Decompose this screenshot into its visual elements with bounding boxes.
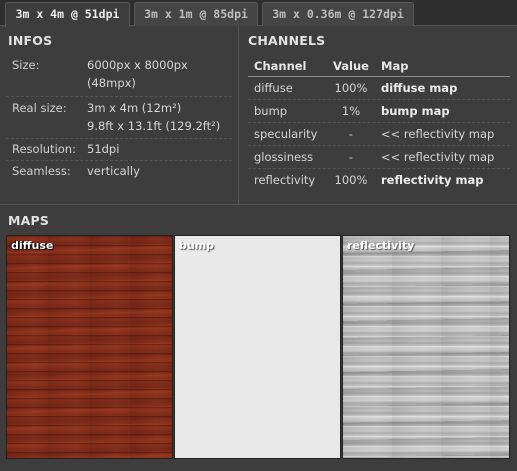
- map-label: diffuse: [11, 239, 54, 252]
- table-row: glossiness - << reflectivity map: [248, 146, 510, 169]
- maps-gallery: diffuse bump reflectivity: [6, 235, 510, 459]
- diffuse-map-thumbnail[interactable]: diffuse: [6, 235, 173, 459]
- channels-table-header: Channel Value Map: [248, 57, 510, 77]
- info-value: 51dpi: [87, 142, 120, 156]
- info-value: 6000px x 8000px: [87, 58, 188, 72]
- channel-map-link[interactable]: reflectivity map: [381, 173, 483, 187]
- channel-name: bump: [254, 104, 288, 118]
- tab-3m-x-0-36m[interactable]: 3m x 0.36m @ 127dpi: [262, 2, 414, 26]
- column-header-channel: Channel: [254, 59, 307, 73]
- channel-map-ref: << reflectivity map: [381, 127, 495, 141]
- channel-name: glossiness: [254, 150, 314, 164]
- info-row-seamless: Seamless: vertically: [6, 161, 232, 184]
- channel-map-link[interactable]: diffuse map: [381, 81, 457, 95]
- tab-3m-x-1m[interactable]: 3m x 1m @ 85dpi: [134, 2, 258, 26]
- tab-3m-x-4m[interactable]: 3m x 4m @ 51dpi: [5, 2, 130, 27]
- table-row: reflectivity 100% reflectivity map: [248, 169, 510, 192]
- channel-name: specularity: [254, 127, 318, 141]
- info-row-size: Size: 6000px x 8000px (48mpx): [6, 54, 232, 97]
- info-key: Seamless:: [12, 164, 71, 178]
- section-divider: [0, 204, 517, 205]
- infos-title: INFOS: [8, 33, 53, 48]
- channel-map-ref: << reflectivity map: [381, 150, 495, 164]
- channel-value: -: [348, 150, 354, 164]
- channel-value: 100%: [334, 81, 368, 95]
- infos-panel: INFOS Size: 6000px x 8000px (48mpx) Real…: [0, 26, 238, 204]
- channel-name: reflectivity: [254, 173, 316, 187]
- info-key: Real size:: [12, 101, 67, 115]
- channel-value: 100%: [334, 173, 368, 187]
- bump-map-thumbnail[interactable]: bump: [174, 235, 341, 459]
- map-label: bump: [179, 239, 215, 252]
- maps-title: MAPS: [8, 213, 50, 228]
- info-value-secondary: 9.8ft x 13.1ft (129.2ft²): [87, 119, 221, 133]
- info-row-real-size: Real size: 3m x 4m (12m²) 9.8ft x 13.1ft…: [6, 97, 232, 139]
- map-label: reflectivity: [347, 239, 415, 252]
- channel-value: 1%: [341, 104, 361, 118]
- info-value: vertically: [87, 164, 140, 178]
- channel-map-link[interactable]: bump map: [381, 104, 450, 118]
- reflectivity-map-thumbnail[interactable]: reflectivity: [342, 235, 510, 459]
- info-key: Resolution:: [12, 142, 76, 156]
- column-header-value: Value: [333, 59, 369, 73]
- channel-name: diffuse: [254, 81, 293, 95]
- channel-value: -: [348, 127, 354, 141]
- tab-bar: 3m x 4m @ 51dpi 3m x 1m @ 85dpi 3m x 0.3…: [0, 0, 517, 27]
- channels-panel: CHANNELS Channel Value Map diffuse 100% …: [239, 26, 517, 204]
- channels-title: CHANNELS: [248, 33, 326, 48]
- table-row: specularity - << reflectivity map: [248, 123, 510, 146]
- info-value: 3m x 4m (12m²): [87, 101, 182, 115]
- info-value-secondary: (48mpx): [87, 76, 136, 90]
- column-header-map: Map: [381, 59, 409, 73]
- table-row: bump 1% bump map: [248, 100, 510, 123]
- info-key: Size:: [12, 58, 40, 72]
- info-row-resolution: Resolution: 51dpi: [6, 139, 232, 161]
- table-row: diffuse 100% diffuse map: [248, 77, 510, 100]
